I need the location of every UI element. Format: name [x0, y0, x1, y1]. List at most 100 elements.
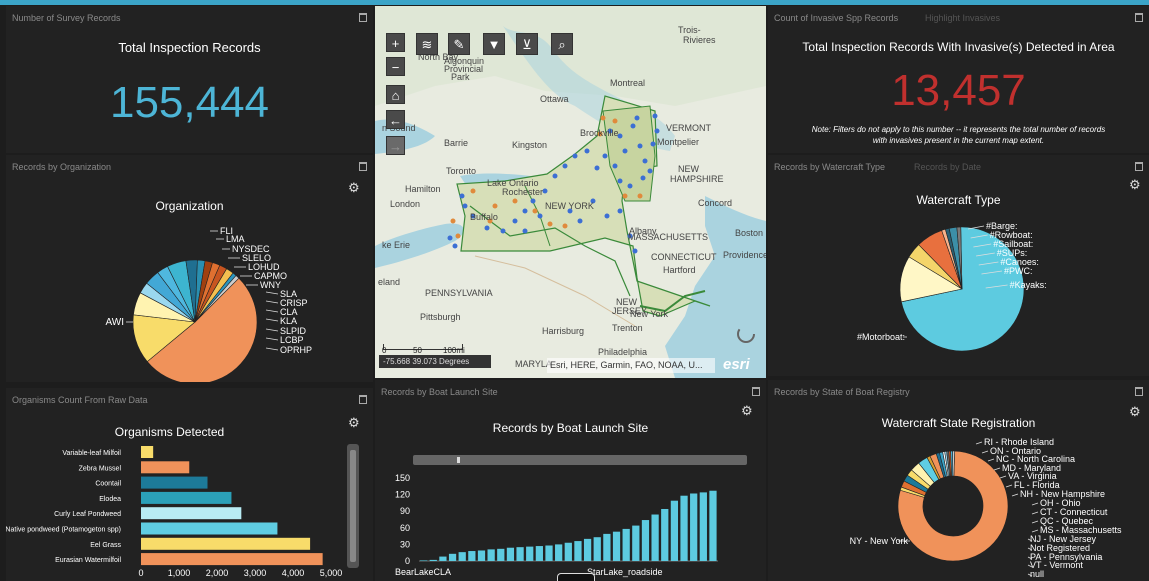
x-category-label: BearLakeCLA — [395, 567, 451, 577]
label-leader-line — [265, 328, 279, 332]
label-leader-line — [1031, 520, 1039, 524]
organism-bar[interactable] — [141, 507, 242, 520]
map-label: Barrie — [444, 138, 468, 148]
coordinates-readout: -75.668 39.073 Degrees — [379, 355, 491, 368]
launch-site-bar[interactable] — [487, 549, 495, 561]
organisms-bar-chart: Variable-leaf Milfoil Zebra Mussel Coontai… — [6, 446, 342, 578]
x-tick-label: 1,000 — [168, 568, 191, 578]
map-attribution[interactable]: Esri, HERE, Garmin, FAO, NOAA, U... — [547, 358, 715, 373]
organism-bar[interactable] — [141, 553, 323, 566]
label-leader-line — [975, 441, 983, 445]
organism-bar[interactable] — [141, 446, 154, 458]
launch-site-bar[interactable] — [612, 531, 621, 561]
zoom-out-button[interactable]: − — [386, 57, 405, 76]
label-leader-line — [1031, 529, 1039, 533]
invasive-count-panel: Count of Invasive Spp Records Highlight … — [768, 6, 1149, 153]
maximize-icon[interactable] — [1135, 13, 1143, 22]
filter-icon[interactable]: ▼ — [483, 33, 505, 55]
map-label: Harrisburg — [542, 326, 584, 336]
launch-site-bar[interactable] — [420, 560, 428, 561]
y-tick-label: 90 — [400, 506, 410, 516]
zoom-select-icon[interactable]: ⌕ — [551, 33, 573, 55]
organism-bar[interactable] — [141, 491, 232, 504]
launch-site-bar[interactable] — [555, 544, 563, 561]
slice-label: #Motorboat: — [857, 332, 905, 342]
panel-header-tab[interactable]: Highlight Invasives — [925, 13, 1000, 23]
launch-site-bar[interactable] — [545, 545, 553, 561]
map-label: New York — [630, 309, 669, 319]
map-label: eland — [378, 277, 400, 287]
launch-site-bar[interactable] — [448, 553, 457, 561]
home-button[interactable]: ⌂ — [386, 85, 405, 104]
launch-site-bar[interactable] — [583, 538, 592, 561]
organism-bar[interactable] — [141, 537, 311, 550]
organism-bar[interactable] — [141, 522, 278, 535]
category-label: Variable-leaf Milfoil — [62, 450, 121, 457]
map-label: Park — [451, 72, 470, 82]
category-label: Curly Leaf Pondweed — [54, 511, 121, 518]
x-category-label: StarLake_roadside — [587, 567, 663, 577]
panel-title: Total Inspection Records — [118, 40, 261, 55]
slice-label: AWI — [105, 317, 124, 328]
slice-label: KLA — [280, 316, 297, 326]
map-label: Concord — [698, 198, 732, 208]
state-registration-panel: Records by State of Boat Registry ⚙ Wate… — [768, 380, 1149, 581]
layers-icon[interactable]: ≋ — [416, 33, 438, 55]
map-label: Buffalo — [470, 212, 498, 222]
launch-site-bar[interactable] — [661, 508, 669, 561]
launch-site-bar[interactable] — [477, 550, 486, 561]
map-label: Hartford — [663, 265, 696, 275]
map-label: Rivieres — [683, 35, 716, 45]
launch-site-bar[interactable] — [651, 514, 659, 561]
organism-bar[interactable] — [141, 476, 208, 489]
launch-site-bar[interactable] — [468, 551, 476, 561]
scrollbar-thumb[interactable] — [350, 450, 356, 562]
map-label: HAMPSHIRE — [670, 174, 724, 184]
invasive-count-value: 13,457 — [891, 66, 1026, 115]
map-label: Ottawa — [540, 94, 569, 104]
launch-site-bar[interactable] — [632, 525, 640, 561]
zoom-in-button[interactable]: + — [386, 33, 405, 52]
scrollbar-track[interactable] — [347, 444, 359, 568]
launch-site-bar[interactable] — [699, 492, 707, 561]
survey-count-value: 155,444 — [109, 78, 270, 127]
launch-site-bar[interactable] — [603, 533, 611, 561]
launch-site-bar[interactable] — [622, 528, 630, 561]
launch-site-bar[interactable] — [535, 546, 543, 561]
label-leader-line — [265, 347, 279, 351]
select-filter-icon[interactable]: ⊻ — [516, 33, 538, 55]
slice-label: #PWC: — [1004, 266, 1033, 276]
slice-label: LMA — [226, 234, 245, 244]
organism-bar[interactable] — [141, 461, 190, 474]
map-label: MASSACHUSETTS — [628, 232, 708, 242]
scale-label-0: 0 — [382, 346, 387, 355]
organization-panel: Records by Organization ⚙ Organization A… — [6, 155, 373, 382]
map-label: Brockville — [580, 128, 619, 138]
launch-site-bar[interactable] — [506, 547, 515, 561]
launch-site-bar[interactable] — [439, 556, 447, 561]
launch-site-bar[interactable] — [690, 493, 698, 561]
map-view[interactable]: Trois-RivieresNorth BayAlgonquinProvinci… — [375, 6, 766, 378]
launch-site-bar[interactable] — [574, 541, 582, 561]
launch-site-bar[interactable] — [641, 520, 650, 561]
launch-site-bar[interactable] — [709, 490, 717, 561]
launch-site-bar[interactable] — [670, 500, 679, 561]
launch-site-bar[interactable] — [497, 548, 505, 561]
launch-site-bar[interactable] — [564, 542, 572, 561]
back-extent-button[interactable]: ← — [386, 110, 405, 129]
map-label: Trenton — [612, 323, 643, 333]
launch-site-bar[interactable] — [516, 547, 524, 561]
launch-site-bar[interactable] — [680, 495, 688, 561]
map-label: Hamilton — [405, 184, 441, 194]
slice-label: NY - New York — [850, 536, 909, 546]
panel-header: Number of Survey Records — [12, 13, 121, 23]
scale-label-50: 50 — [413, 346, 422, 355]
launch-site-bar[interactable] — [593, 537, 601, 561]
maximize-icon[interactable] — [359, 13, 367, 22]
x-tick-label: 3,000 — [244, 568, 267, 578]
measure-icon[interactable]: ✎ — [448, 33, 470, 55]
launch-site-bar[interactable] — [458, 552, 466, 561]
launch-site-bar[interactable] — [429, 559, 437, 561]
launch-site-bar[interactable] — [526, 546, 534, 561]
forward-extent-button[interactable]: → — [386, 136, 405, 155]
